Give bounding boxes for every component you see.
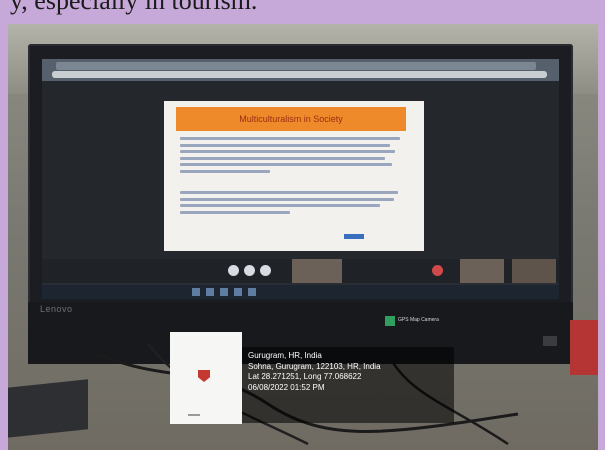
taskbar-app-icon (248, 288, 256, 296)
gps-badge: GPS Map Camera (385, 316, 441, 326)
participant-tile (292, 259, 342, 283)
presentation-slide: Multiculturalism in Society (164, 101, 424, 251)
monitor-screen: Multiculturalism in Society (42, 59, 559, 299)
taskbar-app-icon (206, 288, 214, 296)
map-thumbnail (170, 332, 242, 424)
share-icon (260, 265, 271, 276)
monitor: Multiculturalism in Society Lenovo (28, 44, 573, 364)
end-call-icon (432, 265, 443, 276)
gps-badge-label: GPS Map Camera (398, 317, 439, 323)
taskbar (42, 285, 559, 299)
red-box (570, 320, 598, 375)
laptop (8, 379, 88, 439)
taskbar-app-icon (234, 288, 242, 296)
gps-icon (385, 316, 395, 326)
monitor-brand-logo: Lenovo (40, 304, 73, 314)
slide-title: Multiculturalism in Society (176, 107, 406, 131)
logo-icon (198, 370, 210, 382)
browser-toolbar (42, 59, 559, 81)
participant-tile (512, 259, 556, 283)
slide-link-button (344, 234, 364, 239)
geotag-coordinates: Lat 28.271251, Long 77.068622 (248, 372, 362, 381)
geotag-city: Gurugram, HR, India (248, 351, 322, 360)
browser-address-bar (52, 71, 547, 78)
geotag-timestamp: 06/08/2022 01:52 PM (248, 382, 325, 392)
taskbar-app-icon (192, 288, 200, 296)
slide-paragraph-1 (180, 137, 405, 176)
caption-text: y, especially in tourism. (10, 0, 258, 15)
geotag-address: Sohna, Gurugram, 122103, HR, India (248, 361, 381, 371)
camera-icon (244, 265, 255, 276)
slide-paragraph-2 (180, 191, 405, 217)
geotag-overlay: Gurugram, HR, India Sohna, Gurugram, 122… (242, 347, 454, 423)
thumbnail-text (188, 414, 200, 416)
browser-tabs (56, 62, 536, 70)
power-icon (543, 336, 557, 346)
microphone-icon (228, 265, 239, 276)
taskbar-app-icon (220, 288, 228, 296)
participant-tile (460, 259, 504, 283)
